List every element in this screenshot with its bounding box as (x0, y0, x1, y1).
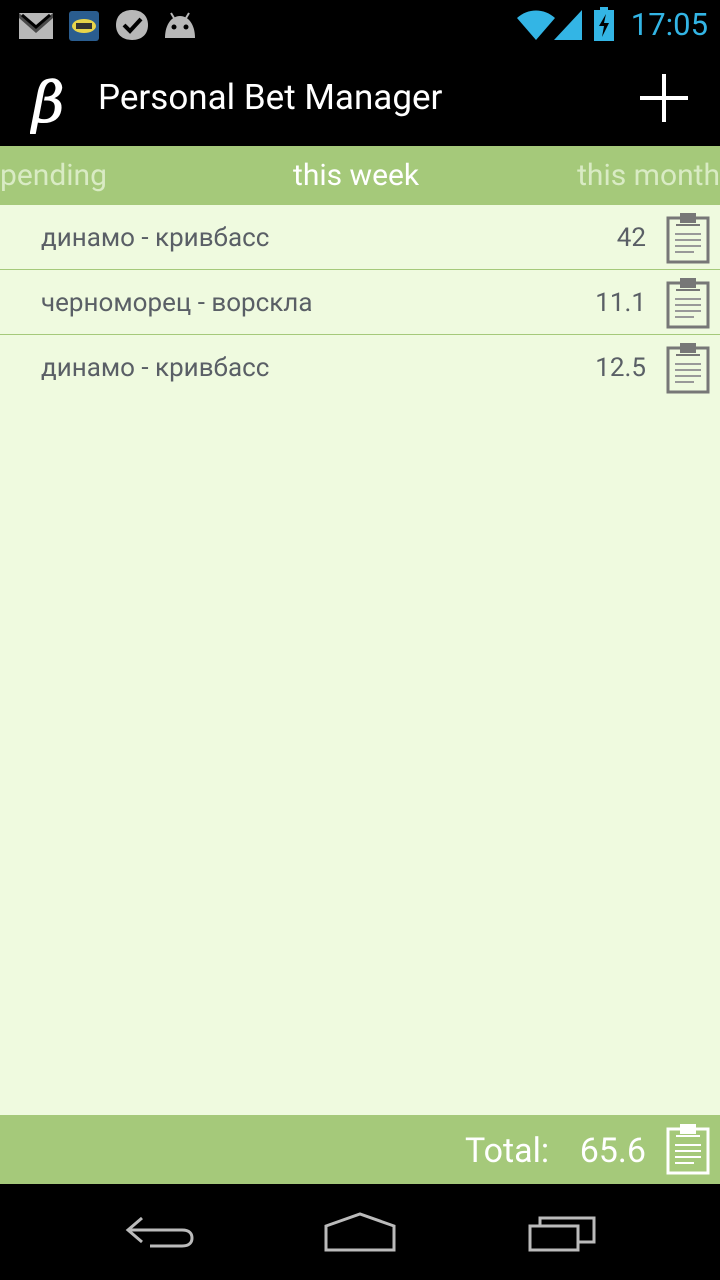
navigation-bar (0, 1184, 720, 1280)
add-icon[interactable] (630, 64, 698, 132)
gmail-icon (19, 13, 53, 39)
bet-list[interactable]: динамо - кривбасс 42 черноморец - ворскл… (0, 205, 720, 1115)
bet-value: 11.1 (595, 288, 646, 318)
clipboard-icon[interactable] (666, 342, 710, 394)
bet-name: динамо - кривбасс (41, 223, 270, 253)
bet-row[interactable]: динамо - кривбасс 42 (0, 205, 720, 269)
check-app-icon (116, 10, 148, 40)
status-time: 17:05 (630, 6, 708, 43)
wifi-icon (517, 10, 555, 40)
clipboard-icon[interactable] (666, 277, 710, 329)
app-title: Personal Bet Manager (98, 77, 443, 118)
bet-row[interactable]: динамо - кривбасс 12.5 (0, 335, 720, 399)
back-icon[interactable] (120, 1204, 200, 1260)
total-value: 65.6 (579, 1131, 646, 1171)
action-bar: β Personal Bet Manager (0, 50, 720, 146)
tab-this-month[interactable]: this month (577, 146, 720, 205)
beta-logo-icon[interactable]: β (30, 70, 80, 135)
bet-value: 12.5 (595, 353, 646, 383)
bet-name: динамо - кривбасс (41, 353, 270, 383)
svg-text:β: β (30, 71, 64, 134)
tab-pending[interactable]: pending (0, 146, 107, 205)
battery-charging-icon (594, 7, 614, 41)
period-tabs: pending this week this month (0, 146, 720, 205)
tab-this-week[interactable]: this week (293, 146, 419, 205)
bet-row[interactable]: черноморец - ворскла 11.1 (0, 270, 720, 334)
recent-apps-icon[interactable] (522, 1204, 602, 1260)
android-icon (165, 12, 195, 38)
bet-value: 42 (616, 223, 646, 253)
bet-name: черноморец - ворскла (41, 288, 313, 318)
home-icon[interactable] (320, 1204, 400, 1260)
signal-icon (554, 10, 582, 40)
clipboard-icon[interactable] (666, 1123, 710, 1175)
status-bar: 17:05 (0, 0, 720, 50)
total-footer: Total: 65.6 (0, 1115, 720, 1184)
total-label: Total: (465, 1131, 550, 1171)
clipboard-icon[interactable] (666, 212, 710, 264)
fish-app-icon (69, 11, 99, 41)
